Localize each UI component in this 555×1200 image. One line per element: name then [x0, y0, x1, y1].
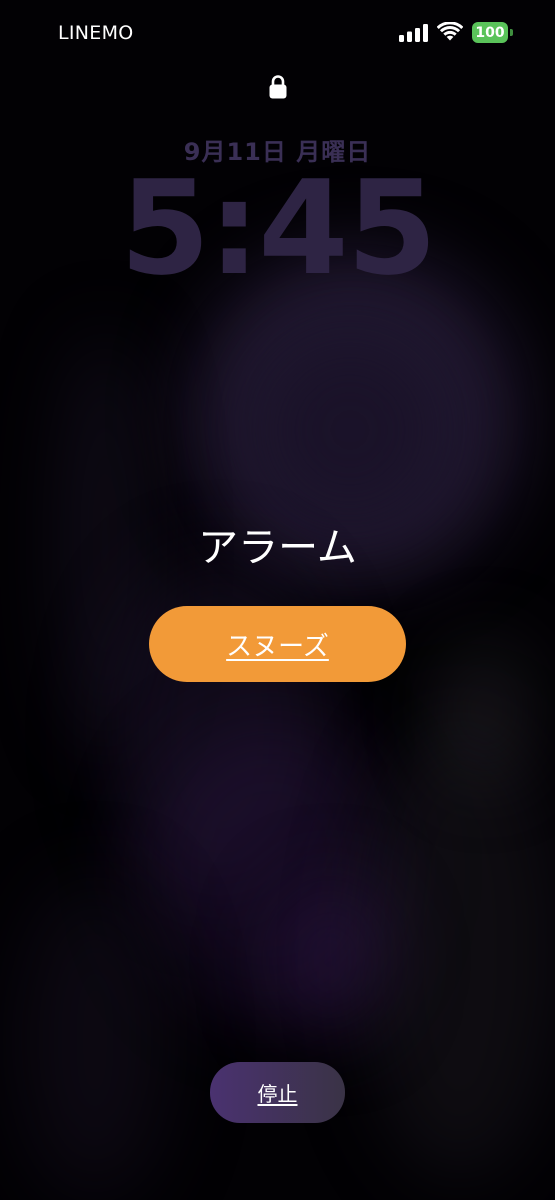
battery-body: 100 [472, 22, 508, 43]
wifi-icon [437, 22, 463, 41]
battery-level: 100 [475, 24, 505, 41]
lock-screen-time: 5:45 [119, 152, 437, 304]
snooze-button[interactable]: スヌーズ [149, 606, 406, 682]
snooze-label: スヌーズ [226, 631, 329, 662]
battery-indicator: 100 [472, 22, 514, 43]
alarm-title: アラーム [198, 525, 357, 571]
carrier-name: LINEMO [58, 22, 134, 44]
status-bar: LINEMO 100 [0, 0, 555, 70]
stop-button[interactable]: 停止 [210, 1062, 345, 1123]
cellular-signal-icon [399, 24, 428, 42]
stop-label: 停止 [257, 1082, 298, 1106]
lock-icon [269, 75, 287, 99]
lock-screen: LINEMO 100 9月11日 月曜日 5:45 アラーム スヌーズ 停止 [0, 0, 555, 1200]
battery-cap [510, 29, 513, 36]
